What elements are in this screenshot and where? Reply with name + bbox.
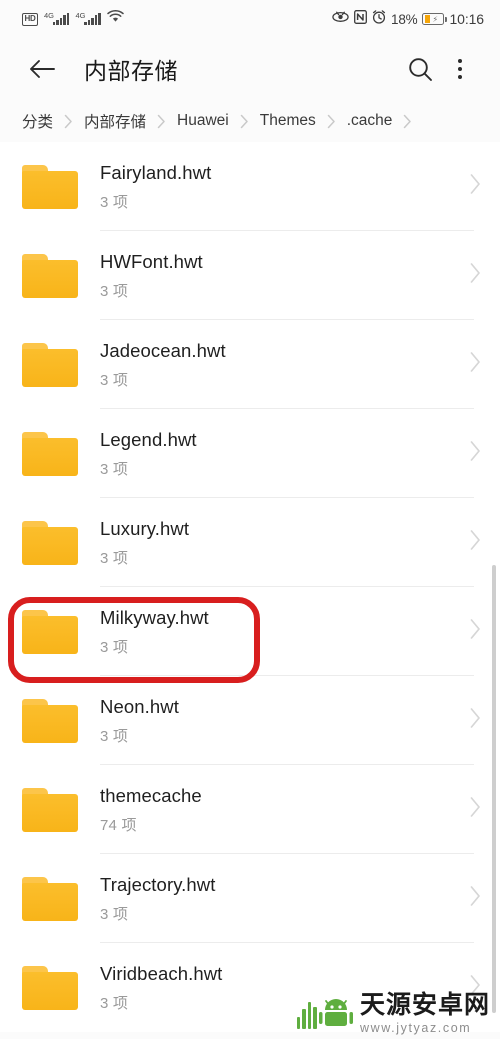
file-name-label: Viridbeach.hwt [100,962,223,984]
chevron-right-icon[interactable] [469,262,482,289]
file-list-item[interactable]: themecache 74 项 [0,765,500,854]
back-arrow-icon[interactable] [22,49,62,89]
status-bar: HD 4G 4G 18% ⚡ 10:16 [0,0,500,38]
file-name-label: Legend.hwt [100,428,197,450]
file-list-item[interactable]: Neon.hwt 3 项 [0,676,500,765]
network-type-label-2: 4G [75,11,86,20]
file-list-item[interactable]: Jadeocean.hwt 3 项 [0,320,500,409]
file-list-item[interactable]: Luxury.hwt 3 项 [0,498,500,587]
chevron-right-icon[interactable] [469,796,482,823]
chevron-right-icon[interactable] [469,885,482,912]
page-title: 内部存储 [84,58,178,84]
breadcrumb-separator [64,114,73,129]
folder-icon [22,164,78,209]
file-count-label: 3 项 [100,283,129,301]
breadcrumb-item-0[interactable]: 分类 [22,110,53,132]
file-name-label: Trajectory.hwt [100,873,216,895]
file-item-meta: Jadeocean.hwt 3 项 [100,339,459,390]
scrollbar-thumb[interactable] [492,565,496,1013]
folder-icon [22,876,78,921]
folder-icon [22,342,78,387]
status-bar-right: 18% ⚡ 10:16 [332,9,484,29]
chevron-right-icon[interactable] [469,618,482,645]
file-list: Fairyland.hwt 3 项 HWFont.hwt 3 项 Jadeocean.h… [0,142,500,1032]
file-count-label: 74 项 [100,817,137,835]
watermark-url: www.jytyaz.com [359,1021,472,1035]
eye-comfort-icon [332,10,349,28]
breadcrumb-separator [327,114,336,129]
nfc-icon [354,9,367,29]
phone-screen: HD 4G 4G 18% ⚡ 10:16 内部存储 分类 内部存储 Huawei… [0,0,500,1039]
clock-label: 10:16 [449,11,484,27]
watermark-site-name: 天源安卓网 [359,991,490,1019]
file-item-meta: Milkyway.hwt 3 项 [100,606,459,657]
watermark: 天源安卓网 www.jytyaz.com [296,991,490,1036]
breadcrumb-item-4[interactable]: .cache [347,112,393,130]
breadcrumb-separator [403,114,412,129]
wifi-icon [107,10,124,28]
file-count-label: 3 项 [100,194,129,212]
search-icon[interactable] [400,49,440,89]
signal-strength-icon-2: 4G [75,11,101,25]
watermark-text: 天源安卓网 www.jytyaz.com [359,991,490,1036]
alarm-clock-icon [372,9,386,29]
file-name-label: HWFont.hwt [100,250,203,272]
folder-icon [22,698,78,743]
file-name-label: Milkyway.hwt [100,606,209,628]
file-list-item[interactable]: Fairyland.hwt 3 项 [0,142,500,231]
file-name-label: themecache [100,784,202,806]
folder-icon [22,253,78,298]
folder-icon [22,609,78,654]
file-item-meta: Luxury.hwt 3 项 [100,517,459,568]
file-list-item[interactable]: Legend.hwt 3 项 [0,409,500,498]
breadcrumb-item-3[interactable]: Themes [260,112,316,130]
file-count-label: 3 项 [100,728,129,746]
folder-icon [22,787,78,832]
file-name-label: Neon.hwt [100,695,179,717]
chevron-right-icon[interactable] [469,440,482,467]
file-count-label: 3 项 [100,906,129,924]
file-item-meta: Legend.hwt 3 项 [100,428,459,479]
chevron-right-icon[interactable] [469,351,482,378]
breadcrumb-item-2[interactable]: Huawei [177,112,229,130]
chevron-right-icon[interactable] [469,707,482,734]
folder-icon [22,965,78,1010]
file-item-meta: HWFont.hwt 3 项 [100,250,459,301]
battery-icon: ⚡ [422,13,447,25]
folder-icon [22,431,78,476]
file-item-meta: Neon.hwt 3 项 [100,695,459,746]
chevron-right-icon[interactable] [469,173,482,200]
breadcrumb-separator [157,114,166,129]
android-robot-icon [296,998,353,1030]
file-name-label: Fairyland.hwt [100,161,212,183]
app-bar: 内部存储 [0,38,500,100]
signal-strength-icon-1: 4G [43,11,70,25]
file-name-label: Luxury.hwt [100,517,190,539]
file-count-label: 3 项 [100,550,129,568]
hd-icon: HD [22,12,38,26]
more-options-icon[interactable] [440,49,480,89]
file-count-label: 3 项 [100,372,129,390]
file-item-meta: Trajectory.hwt 3 项 [100,873,459,924]
file-list-item[interactable]: Milkyway.hwt 3 项 [0,587,500,676]
file-count-label: 3 项 [100,461,129,479]
breadcrumb: 分类 内部存储 Huawei Themes .cache [0,100,500,142]
file-list-item[interactable]: HWFont.hwt 3 项 [0,231,500,320]
battery-percent-label: 18% [391,11,418,27]
file-item-meta: Fairyland.hwt 3 项 [100,161,459,212]
breadcrumb-item-1[interactable]: 内部存储 [84,110,146,132]
file-list-item[interactable]: Trajectory.hwt 3 项 [0,854,500,943]
chevron-right-icon[interactable] [469,529,482,556]
file-item-meta: themecache 74 项 [100,784,459,835]
folder-icon [22,520,78,565]
status-bar-left: HD 4G 4G [22,10,124,28]
file-name-label: Jadeocean.hwt [100,339,226,361]
network-type-label-1: 4G [43,11,54,20]
file-count-label: 3 项 [100,639,129,657]
breadcrumb-separator [240,114,249,129]
